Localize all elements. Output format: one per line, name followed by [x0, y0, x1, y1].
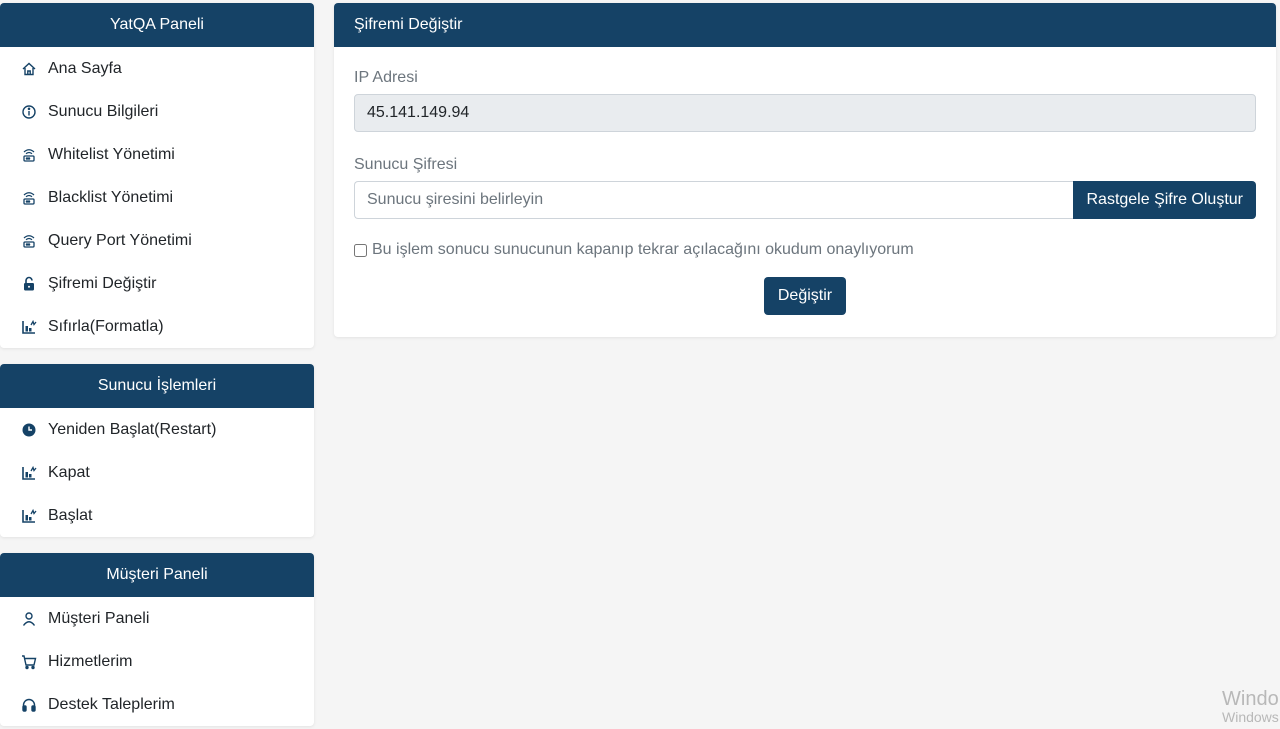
- router-icon: [20, 232, 38, 250]
- panel-title-musteri: Müşteri Paneli: [0, 553, 314, 597]
- panel-musteri: Müşteri Paneli Müşteri Paneli Hizmetleri…: [0, 553, 314, 726]
- server-password-input[interactable]: [354, 181, 1074, 219]
- user-icon: [20, 610, 38, 628]
- sidebar-item-kapat[interactable]: Kapat: [0, 451, 314, 494]
- panel-title-sunucu-islemleri: Sunucu İşlemleri: [0, 364, 314, 408]
- change-password-card: Şifremi Değiştir IP Adresi 45.141.149.94…: [334, 3, 1276, 337]
- ip-address-field: 45.141.149.94: [354, 94, 1256, 132]
- sidebar-item-label: Sıfırla(Formatla): [48, 317, 164, 335]
- cart-icon: [20, 653, 38, 671]
- sidebar-item-label: Hizmetlerim: [48, 652, 133, 670]
- server-password-label: Sunucu Şifresi: [354, 156, 458, 173]
- unlock-icon: [20, 275, 38, 293]
- info-circle-icon: [20, 103, 38, 121]
- sidebar-item-label: Yeniden Başlat(Restart): [48, 420, 217, 438]
- sidebar-item-label: Müşteri Paneli: [48, 609, 150, 627]
- panel-sunucu-islemleri: Sunucu İşlemleri Yeniden Başlat(Restart)…: [0, 364, 314, 537]
- sidebar-item-musteri-paneli[interactable]: Müşteri Paneli: [0, 597, 314, 640]
- sidebar-item-hizmetlerim[interactable]: Hizmetlerim: [0, 640, 314, 683]
- generate-password-button[interactable]: Rastgele Şifre Oluştur: [1073, 181, 1256, 219]
- sidebar-item-label: Ana Sayfa: [48, 59, 122, 77]
- sidebar-item-baslat[interactable]: Başlat: [0, 494, 314, 537]
- watermark-line-1: Windo: [1222, 688, 1279, 710]
- change-button[interactable]: Değiştir: [763, 277, 847, 315]
- sidebar-item-query-port[interactable]: Query Port Yönetimi: [0, 219, 314, 262]
- sidebar-item-label: Kapat: [48, 463, 90, 481]
- sidebar-item-whitelist[interactable]: Whitelist Yönetimi: [0, 133, 314, 176]
- password-input-group: Rastgele Şifre Oluştur: [354, 181, 1256, 219]
- sidebar-item-label: Whitelist Yönetimi: [48, 145, 175, 163]
- sidebar: YatQA Paneli Ana Sayfa Sunucu Bilgileri …: [0, 3, 314, 729]
- ip-address-label: IP Adresi: [354, 69, 418, 86]
- activity-chart-icon: [20, 507, 38, 525]
- router-icon: [20, 146, 38, 164]
- watermark-line-2: Windows: [1222, 709, 1279, 725]
- sidebar-item-label: Şifremi Değiştir: [48, 274, 157, 292]
- sidebar-item-label: Blacklist Yönetimi: [48, 188, 174, 206]
- windows-activation-watermark: Windo Windows: [1222, 688, 1279, 725]
- sidebar-item-destek-taleplerim[interactable]: Destek Taleplerim: [0, 683, 314, 726]
- sidebar-item-sunucu-bilgileri[interactable]: Sunucu Bilgileri: [0, 90, 314, 133]
- confirm-checkbox-label: Bu işlem sonucu sunucunun kapanıp tekrar…: [372, 241, 914, 258]
- headset-icon: [20, 696, 38, 714]
- sidebar-item-label: Sunucu Bilgileri: [48, 102, 159, 120]
- sidebar-item-sifremi-degistir[interactable]: Şifremi Değiştir: [0, 262, 314, 305]
- sidebar-item-label: Query Port Yönetimi: [48, 231, 192, 249]
- sidebar-item-sifirla[interactable]: Sıfırla(Formatla): [0, 305, 314, 348]
- confirm-row: Bu işlem sonucu sunucunun kapanıp tekrar…: [354, 241, 1256, 259]
- panel-yatqa: YatQA Paneli Ana Sayfa Sunucu Bilgileri …: [0, 3, 314, 348]
- activity-chart-icon: [20, 464, 38, 482]
- confirm-checkbox[interactable]: [354, 243, 367, 257]
- clock-icon: [20, 421, 38, 439]
- sidebar-item-restart[interactable]: Yeniden Başlat(Restart): [0, 408, 314, 451]
- sidebar-item-label: Başlat: [48, 506, 93, 524]
- activity-chart-icon: [20, 318, 38, 336]
- sidebar-item-blacklist[interactable]: Blacklist Yönetimi: [0, 176, 314, 219]
- panel-title-yatqa: YatQA Paneli: [0, 3, 314, 47]
- sidebar-item-label: Destek Taleplerim: [48, 695, 175, 713]
- sidebar-item-ana-sayfa[interactable]: Ana Sayfa: [0, 47, 314, 90]
- home-icon: [20, 60, 38, 78]
- router-icon: [20, 189, 38, 207]
- page-title: Şifremi Değiştir: [334, 3, 1276, 47]
